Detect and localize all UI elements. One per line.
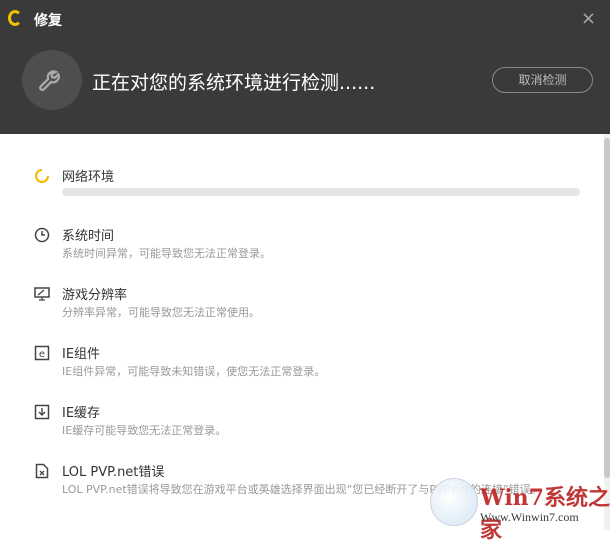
item-name: IE缓存 xyxy=(62,406,101,421)
spinner-icon xyxy=(35,169,49,183)
header: 修复 × 正在对您的系统环境进行检测...... 取消检测 xyxy=(0,0,610,134)
scrollbar-thumb[interactable] xyxy=(604,138,610,478)
item-name: 网络环境 xyxy=(62,170,115,185)
item-name: 游戏分辨率 xyxy=(62,288,128,303)
item-desc: 分辨率异常，可能导致您无法正常使用。 xyxy=(62,306,260,319)
status-headline: 正在对您的系统环境进行检测...... xyxy=(92,72,376,94)
item-name: IE组件 xyxy=(62,347,101,362)
close-button[interactable]: × xyxy=(581,8,596,29)
item-desc: 系统时间异常，可能导致您无法正常登录。 xyxy=(62,247,271,260)
item-name: LOL PVP.net错误 xyxy=(62,465,165,480)
download-box-icon xyxy=(34,404,50,420)
windows-logo-icon xyxy=(430,478,478,526)
app-logo-icon xyxy=(8,10,22,26)
wrench-icon xyxy=(22,50,82,110)
file-error-icon xyxy=(35,463,49,479)
item-name: 系统时间 xyxy=(62,229,115,244)
clock-icon xyxy=(34,227,50,243)
item-desc: IE组件异常，可能导致未知错误，使您无法正常登录。 xyxy=(62,365,326,378)
item-desc: IE缓存可能导致您无法正常登录。 xyxy=(62,424,227,437)
scrollbar[interactable] xyxy=(604,134,610,530)
progress-bar xyxy=(62,188,580,196)
monitor-icon xyxy=(34,287,50,301)
svg-text:e: e xyxy=(39,349,45,360)
cancel-detection-button[interactable]: 取消检测 xyxy=(492,67,593,93)
watermark-url: Www.Winwin7.com xyxy=(480,510,579,524)
window-title: 修复 xyxy=(34,13,62,29)
ie-icon: e xyxy=(34,345,50,361)
watermark: Win7系统之家 Www.Winwin7.com xyxy=(420,478,610,543)
